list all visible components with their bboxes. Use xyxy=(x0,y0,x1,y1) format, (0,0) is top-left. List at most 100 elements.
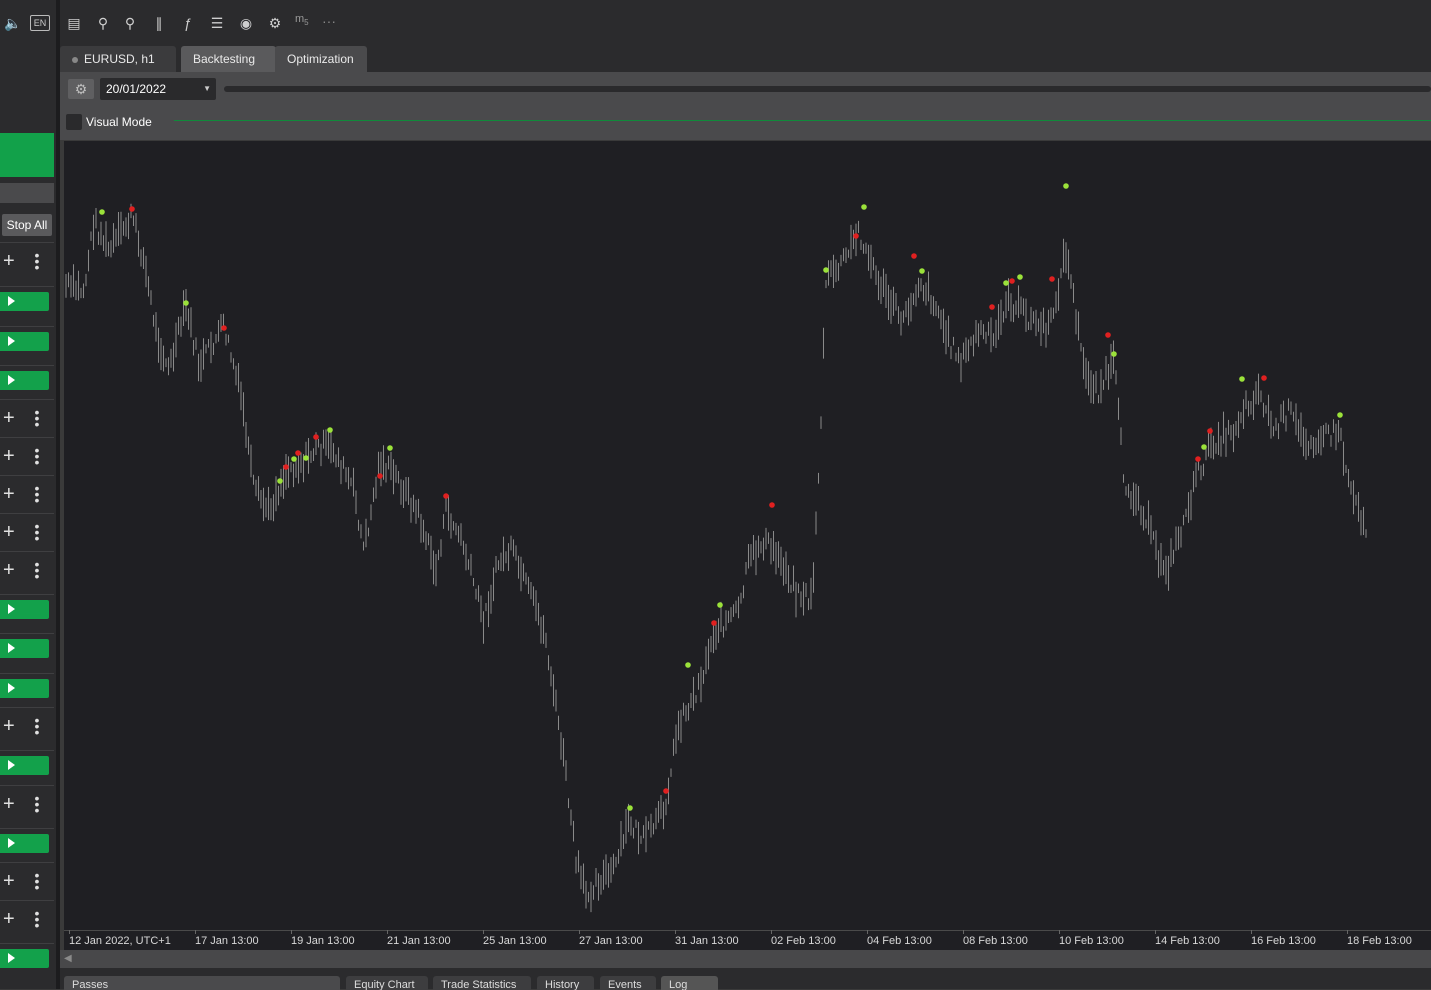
tab-label: EURUSD, h1 xyxy=(84,52,155,66)
start-date-select[interactable]: 20/01/2022 ▼ xyxy=(100,78,216,100)
play-icon xyxy=(8,838,15,848)
x-tick xyxy=(483,930,484,934)
chart-settings-icon[interactable]: ⚙ xyxy=(266,14,284,32)
language-badge[interactable]: EN xyxy=(30,15,50,31)
instance-row: + • • • xyxy=(0,443,54,473)
price-chart[interactable] xyxy=(64,141,1431,930)
tab-events[interactable]: Events xyxy=(600,976,656,990)
search-bar[interactable] xyxy=(0,183,54,203)
buy-signal-marker xyxy=(303,455,309,461)
row-separator xyxy=(0,900,54,901)
tab-log[interactable]: Log xyxy=(661,976,718,990)
menu-dots-icon[interactable]: • • • xyxy=(34,557,40,583)
zoom-out-icon[interactable]: ⚲ xyxy=(94,14,112,32)
more-icon[interactable]: ··· xyxy=(322,13,336,29)
tab-backtesting[interactable]: Backtesting xyxy=(181,46,276,72)
gear-icon[interactable]: ⚙ xyxy=(68,79,94,99)
instance-row: + • • • xyxy=(0,405,54,435)
row-separator xyxy=(0,286,54,287)
x-tick xyxy=(675,930,676,934)
add-icon[interactable]: + xyxy=(3,909,15,929)
play-button[interactable] xyxy=(0,371,49,390)
menu-dots-icon[interactable]: • • • xyxy=(34,868,40,894)
add-icon[interactable]: + xyxy=(3,408,15,428)
x-tick-label: 16 Feb 13:00 xyxy=(1251,935,1316,947)
eye-icon[interactable]: ◉ xyxy=(237,14,255,32)
menu-dots-icon[interactable]: • • • xyxy=(34,405,40,431)
instance-row: + • • • xyxy=(0,519,54,549)
axis-line xyxy=(64,930,1431,931)
play-button[interactable] xyxy=(0,639,49,658)
play-button[interactable] xyxy=(0,292,49,311)
x-tick xyxy=(291,930,292,934)
sell-signal-marker xyxy=(711,620,717,626)
play-button[interactable] xyxy=(0,756,49,775)
menu-dots-icon[interactable]: • • • xyxy=(34,906,40,932)
row-separator xyxy=(0,673,54,674)
chart-type-icon[interactable]: ∥ xyxy=(150,14,168,32)
add-icon[interactable]: + xyxy=(3,251,15,271)
sell-signal-marker xyxy=(1195,456,1201,462)
x-tick-label: 08 Feb 13:00 xyxy=(963,935,1028,947)
buy-signal-marker xyxy=(1201,444,1207,450)
top-toolbar: 🔈 EN ▤ ⚲ ⚲ ∥ ƒ ☰ ◉ ⚙ m5 ··· xyxy=(0,0,1431,44)
menu-dots-icon[interactable]: • • • xyxy=(34,713,40,739)
menu-dots-icon[interactable]: • • • xyxy=(34,481,40,507)
stop-all-button[interactable]: Stop All xyxy=(2,214,52,236)
tab-trade-statistics[interactable]: Trade Statistics xyxy=(433,976,531,990)
add-icon[interactable]: + xyxy=(3,716,15,736)
add-icon[interactable]: + xyxy=(3,560,15,580)
add-icon[interactable]: + xyxy=(3,522,15,542)
play-button[interactable] xyxy=(0,679,49,698)
backtest-progress-bar[interactable] xyxy=(224,86,1431,92)
indicators-icon[interactable]: ƒ xyxy=(179,14,197,32)
x-tick xyxy=(69,930,70,934)
play-button[interactable] xyxy=(0,834,49,853)
panel-divider[interactable] xyxy=(56,0,60,989)
menu-dots-icon[interactable]: • • • xyxy=(34,248,40,274)
tab-equity-chart[interactable]: Equity Chart xyxy=(346,976,428,990)
visual-mode-checkbox[interactable] xyxy=(66,114,82,130)
play-icon xyxy=(8,375,15,385)
x-tick-label: 18 Feb 13:00 xyxy=(1347,935,1412,947)
row-separator xyxy=(0,785,54,786)
play-button[interactable] xyxy=(0,332,49,351)
instance-row: + • • • xyxy=(0,906,54,936)
sell-signal-marker xyxy=(1009,278,1015,284)
row-separator xyxy=(0,513,54,514)
add-icon[interactable]: + xyxy=(3,446,15,466)
timeframe-icon[interactable]: m5 xyxy=(295,13,309,27)
zoom-in-icon[interactable]: ⚲ xyxy=(121,14,139,32)
speaker-icon[interactable]: 🔈 xyxy=(4,14,22,32)
sell-signal-marker xyxy=(1049,276,1055,282)
chart-scrollbar[interactable]: ◀ xyxy=(60,950,1431,968)
passes-panel-tab[interactable]: Passes xyxy=(64,976,340,990)
row-separator xyxy=(0,326,54,327)
active-instance-block[interactable] xyxy=(0,133,54,177)
tab-chart-eurusd[interactable]: EURUSD, h1 xyxy=(60,46,176,72)
add-icon[interactable]: + xyxy=(3,794,15,814)
speed-track[interactable] xyxy=(174,120,1431,121)
tab-history[interactable]: History xyxy=(537,976,594,990)
layers-icon[interactable]: ☰ xyxy=(208,14,226,32)
play-button[interactable] xyxy=(0,949,49,968)
sell-signal-marker xyxy=(911,253,917,259)
visual-mode-label: Visual Mode xyxy=(86,115,152,129)
instance-row: + • • • xyxy=(0,791,54,821)
menu-dots-icon[interactable]: • • • xyxy=(34,791,40,817)
row-separator xyxy=(0,365,54,366)
tab-optimization[interactable]: Optimization xyxy=(275,46,367,72)
menu-dots-icon[interactable]: • • • xyxy=(34,443,40,469)
buy-signal-marker xyxy=(685,662,691,668)
x-tick xyxy=(1347,930,1348,934)
row-separator xyxy=(0,242,54,243)
play-button[interactable] xyxy=(0,600,49,619)
x-tick xyxy=(1155,930,1156,934)
row-separator xyxy=(0,551,54,552)
add-icon[interactable]: + xyxy=(3,484,15,504)
x-tick xyxy=(387,930,388,934)
layout-icon[interactable]: ▤ xyxy=(65,14,83,32)
scroll-left-icon[interactable]: ◀ xyxy=(64,953,72,964)
menu-dots-icon[interactable]: • • • xyxy=(34,519,40,545)
add-icon[interactable]: + xyxy=(3,871,15,891)
